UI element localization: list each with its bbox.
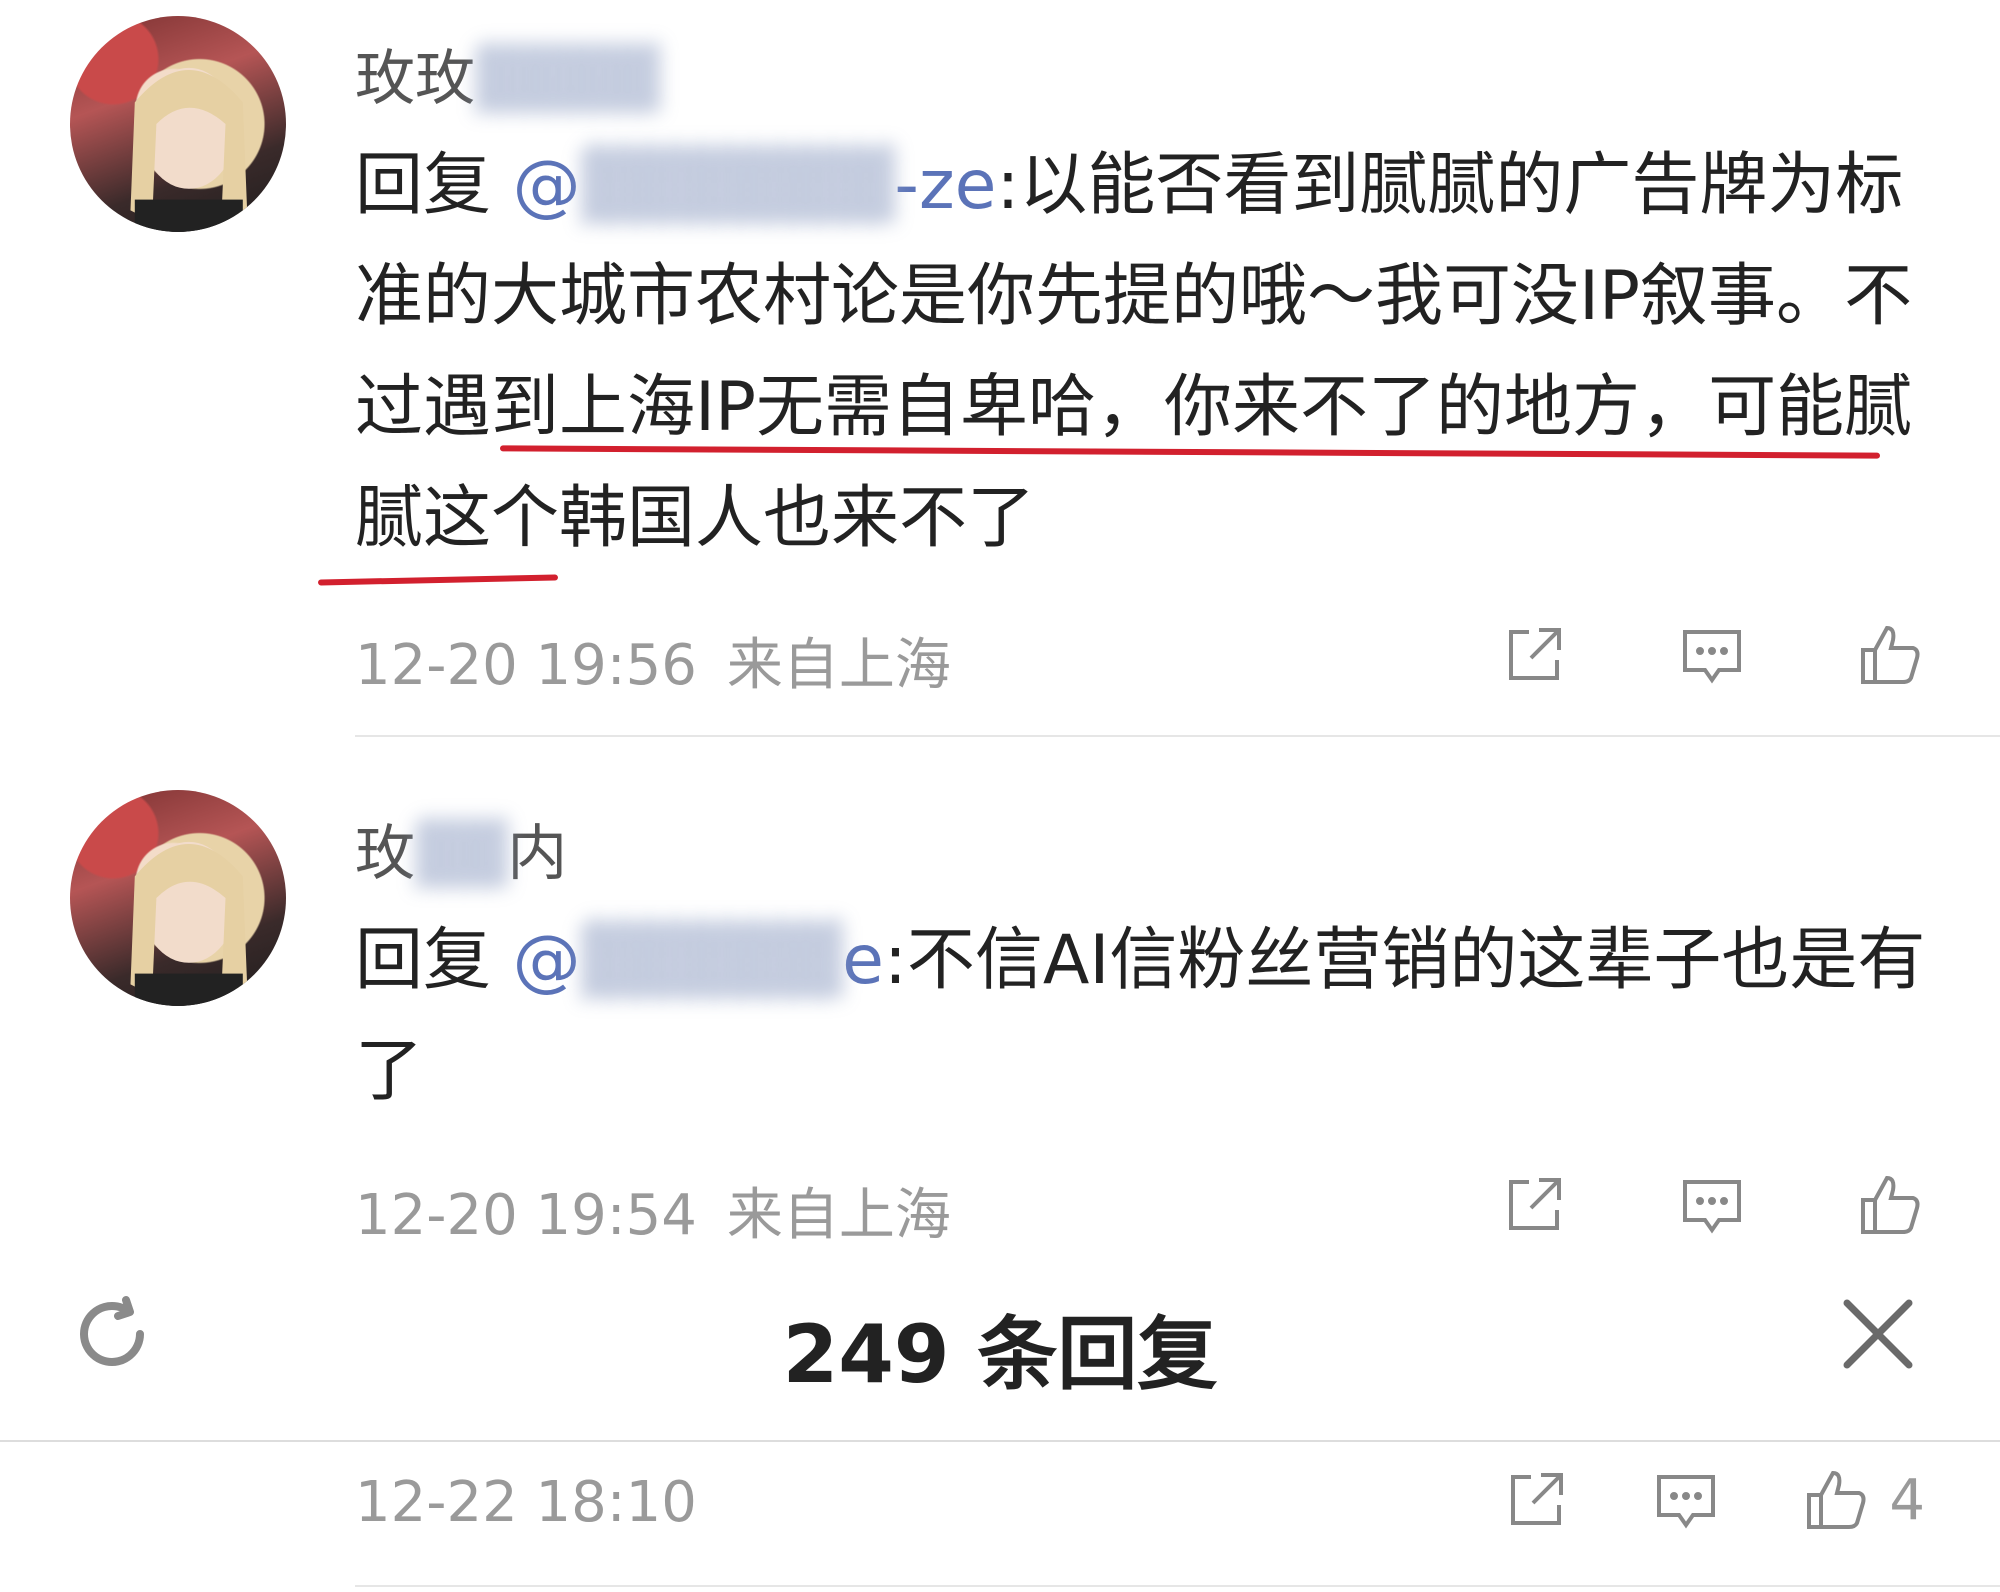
timestamp: 12-22 18:10 [355, 1470, 697, 1535]
comment-icon[interactable] [1651, 1465, 1721, 1535]
username[interactable]: 玫玫▓▓▓▓ [355, 30, 660, 117]
close-icon[interactable] [1839, 1295, 1917, 1373]
comment-icon[interactable] [1677, 1170, 1747, 1240]
comment-text: 回复 @▓▓▓▓▓▓-ze:以能否看到腻腻的广告牌为标准的大城市农村论是你先提的… [355, 146, 1913, 558]
mention-link[interactable]: @▓▓▓▓▓e [513, 921, 884, 1000]
post-meta: 12-22 18:10 [355, 1470, 727, 1535]
comment-meta: 12-20 19:54 来自上海 [355, 1170, 981, 1251]
share-icon[interactable] [1499, 1170, 1569, 1240]
post-actions: 4 [1501, 1465, 1925, 1535]
share-icon[interactable] [1501, 1465, 1571, 1535]
like-button[interactable]: 4 [1801, 1465, 1925, 1535]
location: 来自上海 [726, 633, 951, 698]
like-icon[interactable] [1855, 1170, 1925, 1240]
comment-icon[interactable] [1677, 620, 1747, 690]
reply-count-title: 249 条回复 [782, 1308, 1218, 1401]
divider [355, 1585, 2000, 1587]
highlight-underline [317, 574, 559, 586]
like-icon[interactable] [1801, 1465, 1871, 1535]
like-count: 4 [1889, 1467, 1925, 1533]
username[interactable]: 玫▓▓内 [355, 805, 567, 892]
timestamp: 12-20 19:54 [355, 1183, 697, 1248]
share-icon[interactable] [1499, 620, 1569, 690]
divider [0, 1440, 2000, 1442]
comment-actions [1499, 620, 1925, 690]
divider [355, 735, 2000, 737]
avatar[interactable] [70, 790, 286, 1006]
avatar[interactable] [70, 16, 286, 232]
comment-text: 回复 @▓▓▓▓▓e:不信AI信粉丝营销的这辈子也是有了 [355, 921, 1926, 1111]
comment-actions [1499, 1170, 1925, 1240]
comment-meta: 12-20 19:56 来自上海 [355, 620, 981, 701]
like-icon[interactable] [1855, 620, 1925, 690]
mention-link[interactable]: @▓▓▓▓▓▓-ze [513, 146, 997, 225]
timestamp: 12-20 19:56 [355, 633, 697, 698]
location: 来自上海 [726, 1183, 951, 1248]
